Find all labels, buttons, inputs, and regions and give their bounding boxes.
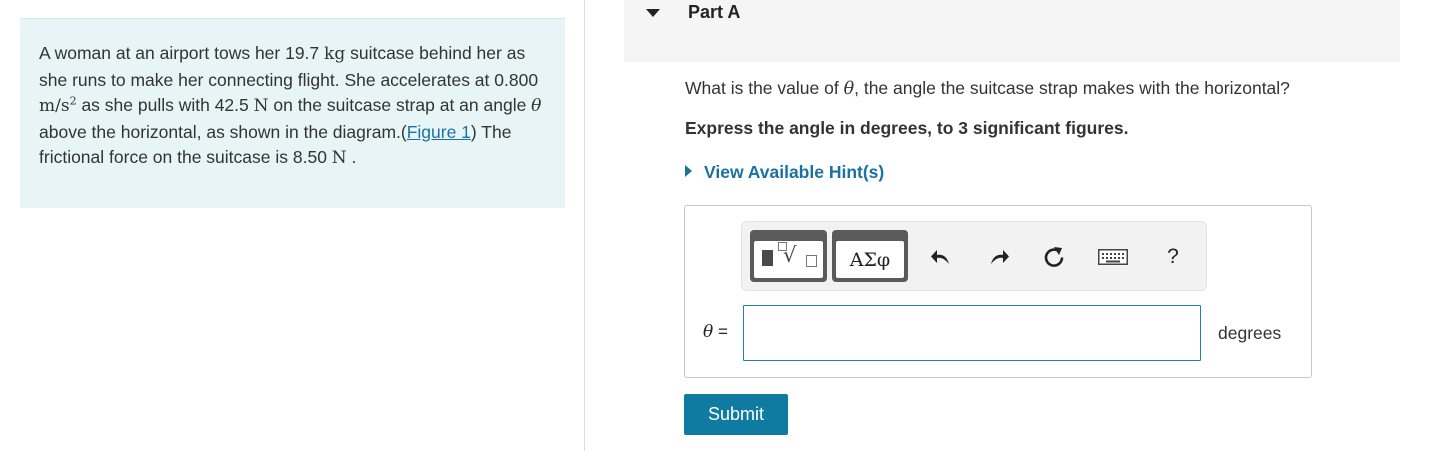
answer-input[interactable] (743, 305, 1201, 361)
unit-kg: kg (324, 44, 346, 64)
theta-symbol: θ (843, 79, 855, 99)
submit-button[interactable]: Submit (684, 394, 788, 435)
unit-accel: m/s2 (39, 94, 77, 116)
unit-newton: N (253, 96, 269, 116)
question-text: What is the value of θ, the angle the su… (685, 78, 1290, 99)
problem-text-3: as she pulls with 42.5 (76, 95, 254, 115)
instruction-text: Express the angle in degrees, to 3 signi… (685, 118, 1129, 138)
column-divider (584, 0, 585, 451)
sqrt-template-icon (762, 250, 773, 266)
reset-icon[interactable] (1041, 244, 1067, 270)
math-toolbar: √ ΑΣφ ? (741, 221, 1207, 291)
undo-icon[interactable] (928, 244, 954, 270)
answer-variable-label: θ = (703, 322, 728, 342)
problem-text-5: above the horizontal, as shown in the di… (39, 121, 407, 142)
problem-text-7: . (346, 147, 357, 167)
problem-text-4: on the suitcase strap at an angle (268, 95, 532, 115)
part-title: Part A (688, 2, 741, 22)
caret-down-icon[interactable] (646, 9, 660, 17)
theta-symbol: θ (531, 96, 542, 116)
answer-panel: √ ΑΣφ ? θ = degrees (684, 205, 1312, 378)
unit-newton-2: N (331, 148, 347, 168)
keyboard-icon[interactable] (1097, 244, 1129, 270)
caret-right-icon (685, 165, 692, 177)
figure-link[interactable]: Figure 1 (407, 122, 471, 142)
problem-text-1: A woman at an airport tows her 19.7 (39, 43, 325, 63)
templates-button[interactable]: √ (750, 230, 827, 282)
redo-icon[interactable] (986, 244, 1012, 270)
units-label: degrees (1218, 323, 1282, 343)
symbols-label: ΑΣφ (836, 241, 904, 278)
help-button[interactable]: ? (1160, 244, 1186, 270)
problem-statement: A woman at an airport tows her 19.7 kg s… (20, 18, 565, 208)
part-header[interactable]: Part A (624, 0, 1400, 62)
view-hints-link[interactable]: View Available Hint(s) (685, 162, 884, 183)
symbols-button[interactable]: ΑΣφ (832, 230, 908, 282)
